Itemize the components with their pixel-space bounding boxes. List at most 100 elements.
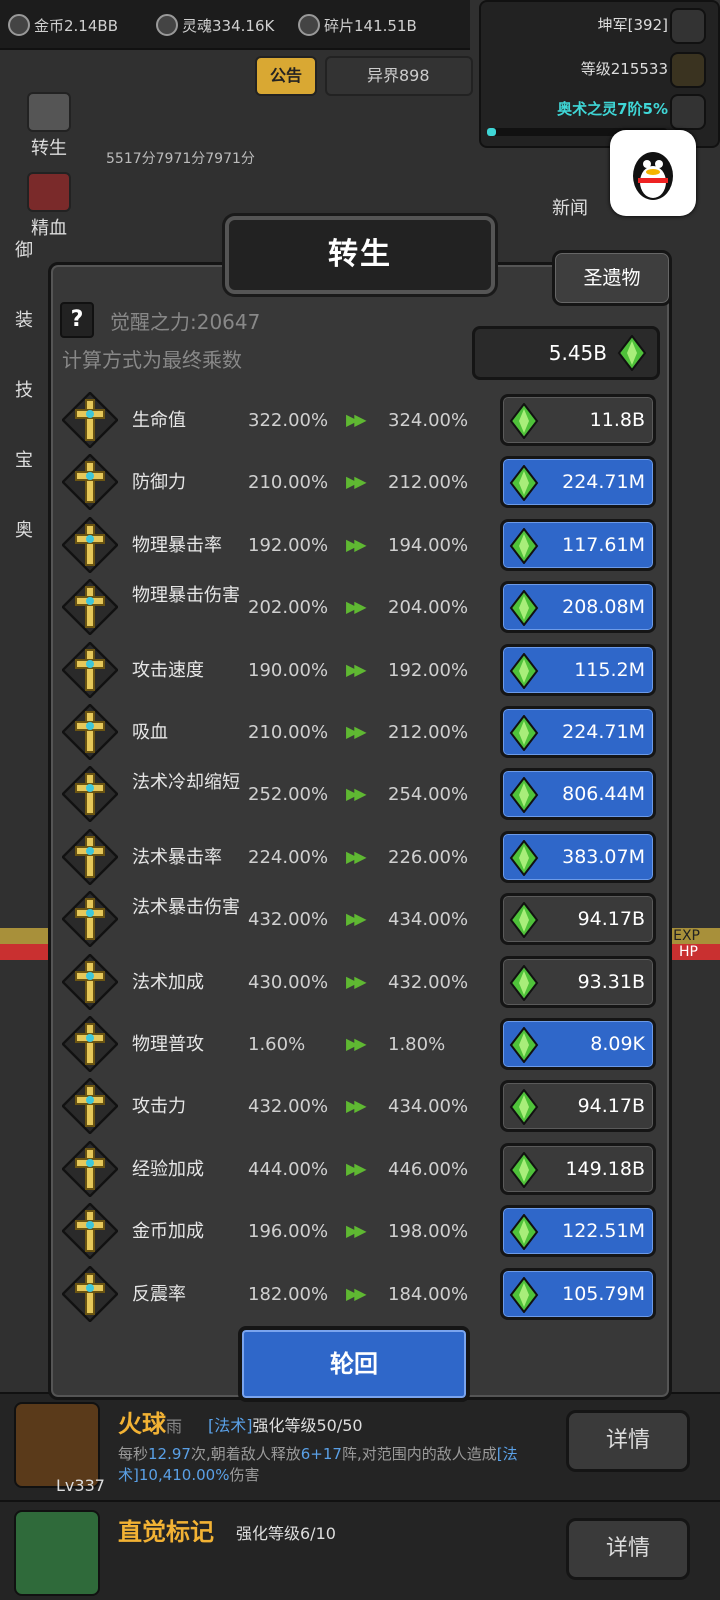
skill-detail-button[interactable]: 详情	[566, 1518, 690, 1580]
upgrade-cost-button[interactable]: 383.07M	[500, 830, 656, 883]
cross-icon	[61, 765, 119, 824]
attribute-current: 182.00%	[248, 1283, 329, 1305]
side-item-6[interactable]: 宝	[4, 446, 44, 516]
green-gem-icon	[509, 1027, 539, 1063]
side-item-7[interactable]: 奥	[4, 516, 44, 586]
attribute-next: 212.00%	[388, 472, 469, 494]
attribute-name: 法术暴击率	[132, 846, 222, 868]
side-item-3[interactable]: 御	[4, 236, 44, 306]
double-arrow-icon: ▶▶	[346, 722, 367, 741]
attribute-next: 434.00%	[388, 909, 469, 931]
attribute-current: 252.00%	[248, 784, 329, 806]
attribute-row: 法术冷却缩短 252.00% ▶▶ 254.00% 806.44M	[58, 764, 668, 826]
upgrade-cost-button[interactable]: 115.2M	[500, 643, 656, 696]
awaken-power: 觉醒之力:20647	[110, 310, 261, 334]
soul-icon	[156, 14, 178, 36]
double-arrow-icon: ▶▶	[346, 472, 367, 492]
green-gem-icon	[509, 590, 539, 627]
double-arrow-icon: ▶▶	[346, 410, 367, 429]
skill-detail-button[interactable]: 详情	[566, 1410, 690, 1472]
cross-icon	[61, 703, 119, 761]
double-arrow-icon: ▶▶	[346, 1034, 367, 1053]
attribute-name: 生命值	[132, 410, 186, 431]
upgrade-cost-button[interactable]: 224.71M	[500, 706, 656, 758]
attribute-next: 194.00%	[388, 534, 469, 556]
cross-icon	[61, 1139, 119, 1198]
attribute-name: 物理暴击伤害	[132, 585, 240, 607]
arcane-spiral-icon[interactable]	[670, 94, 706, 130]
side-item-5[interactable]: 技	[4, 376, 44, 446]
otherworld-button[interactable]: 异界898	[325, 56, 473, 96]
attribute-name: 防御力	[132, 472, 186, 494]
cross-icon	[61, 515, 119, 574]
upgrade-cost-button[interactable]: 149.18B	[500, 1142, 656, 1195]
double-arrow-icon: ▶▶	[346, 784, 367, 804]
help-icon[interactable]: ?	[60, 302, 94, 338]
cross-icon	[61, 1264, 119, 1323]
attribute-current: 444.00%	[248, 1158, 329, 1180]
attribute-next: 434.00%	[388, 1096, 469, 1118]
double-arrow-icon: ▶▶	[346, 1221, 367, 1241]
cross-icon	[61, 890, 119, 949]
attribute-current: 190.00%	[248, 659, 329, 681]
attribute-list[interactable]: 生命值 322.00% ▶▶ 324.00% 11.8B 防御力 210.00% ▶▶ 212.…	[58, 390, 668, 1336]
upgrade-cost-button[interactable]: 8.09K	[500, 1018, 656, 1070]
cross-icon	[61, 1077, 119, 1136]
attribute-row: 攻击力 432.00% ▶▶ 434.00% 94.17B	[58, 1076, 668, 1138]
gold-coin-icon	[8, 14, 30, 36]
player-status-panel: 坤军[392] 等级215533 奥术之灵7阶5%	[479, 0, 720, 148]
side-item-blood[interactable]: 精血	[14, 168, 84, 239]
upgrade-cost-button[interactable]: 93.31B	[500, 955, 656, 1008]
soul-resource: 灵魂334.16K	[156, 12, 274, 38]
green-gem-icon	[509, 839, 539, 876]
skill-description: 每秒12.97次,朝着敌人释放6+17阵,对范围内的敌人造成[法术]10,410…	[118, 1445, 518, 1484]
reincarnate-button[interactable]: 轮回	[238, 1326, 470, 1402]
meat-icon	[27, 172, 71, 212]
attribute-current: 1.60%	[248, 1034, 306, 1055]
qq-penguin-icon[interactable]	[610, 130, 696, 216]
attribute-name: 吸血	[132, 722, 168, 743]
attribute-name: 法术暴击伤害	[132, 897, 240, 919]
skill-row-fireball: Lv337 火球雨 [法术]强化等级50/50 每秒12.97次,朝着敌人释放6…	[0, 1392, 720, 1500]
upgrade-cost-button[interactable]: 122.51M	[500, 1205, 656, 1258]
cross-icon	[61, 1202, 119, 1261]
attribute-name: 法术加成	[132, 971, 204, 993]
attribute-next: 446.00%	[388, 1158, 469, 1180]
side-item-rebirth[interactable]: 转生	[14, 88, 84, 159]
upgrade-cost-button[interactable]: 208.08M	[500, 581, 656, 634]
attribute-row: 经验加成 444.00% ▶▶ 446.00% 149.18B	[58, 1139, 668, 1201]
attribute-row: 生命值 322.00% ▶▶ 324.00% 11.8B	[58, 390, 668, 452]
upgrade-cost-button[interactable]: 117.61M	[500, 518, 656, 571]
double-arrow-icon: ▶▶	[346, 597, 367, 617]
green-gem-icon	[509, 1089, 539, 1126]
shard-resource: 碎片141.51B	[298, 12, 417, 38]
calc-note: 计算方式为最终乘数	[62, 348, 242, 372]
dialog-title: 转生	[225, 216, 495, 294]
news-button[interactable]: 新闻	[540, 160, 600, 220]
attribute-name: 物理暴击率	[132, 534, 222, 556]
upgrade-cost-button[interactable]: 11.8B	[500, 394, 656, 446]
attribute-next: 254.00%	[388, 784, 469, 806]
double-arrow-icon: ▶▶	[346, 909, 367, 929]
double-arrow-icon: ▶▶	[346, 1283, 367, 1303]
cross-icon	[61, 640, 119, 699]
attribute-current: 322.00%	[248, 410, 329, 431]
rank-icon[interactable]	[670, 8, 706, 44]
skill-upgrade-level: 强化等级6/10	[236, 1524, 336, 1543]
upgrade-cost-button[interactable]: 94.17B	[500, 1080, 656, 1133]
upgrade-cost-button[interactable]: 806.44M	[500, 768, 656, 821]
attribute-row: 金币加成 196.00% ▶▶ 198.00% 122.51M	[58, 1201, 668, 1263]
upgrade-cost-button[interactable]: 105.79M	[500, 1267, 656, 1320]
cross-icon	[61, 391, 119, 449]
upgrade-cost-button[interactable]: 94.17B	[500, 893, 656, 946]
green-gem-icon	[509, 527, 539, 564]
crown-icon[interactable]	[670, 52, 706, 88]
attribute-current: 192.00%	[248, 534, 329, 556]
double-arrow-icon: ▶▶	[346, 1158, 367, 1178]
notice-button[interactable]: 公告	[255, 56, 317, 96]
side-item-4[interactable]: 装	[4, 306, 44, 376]
upgrade-cost-button[interactable]: 224.71M	[500, 456, 656, 509]
attribute-row: 吸血 210.00% ▶▶ 212.00% 224.71M	[58, 702, 668, 764]
relic-button[interactable]: 圣遗物	[552, 250, 672, 306]
cross-icon	[61, 578, 119, 637]
